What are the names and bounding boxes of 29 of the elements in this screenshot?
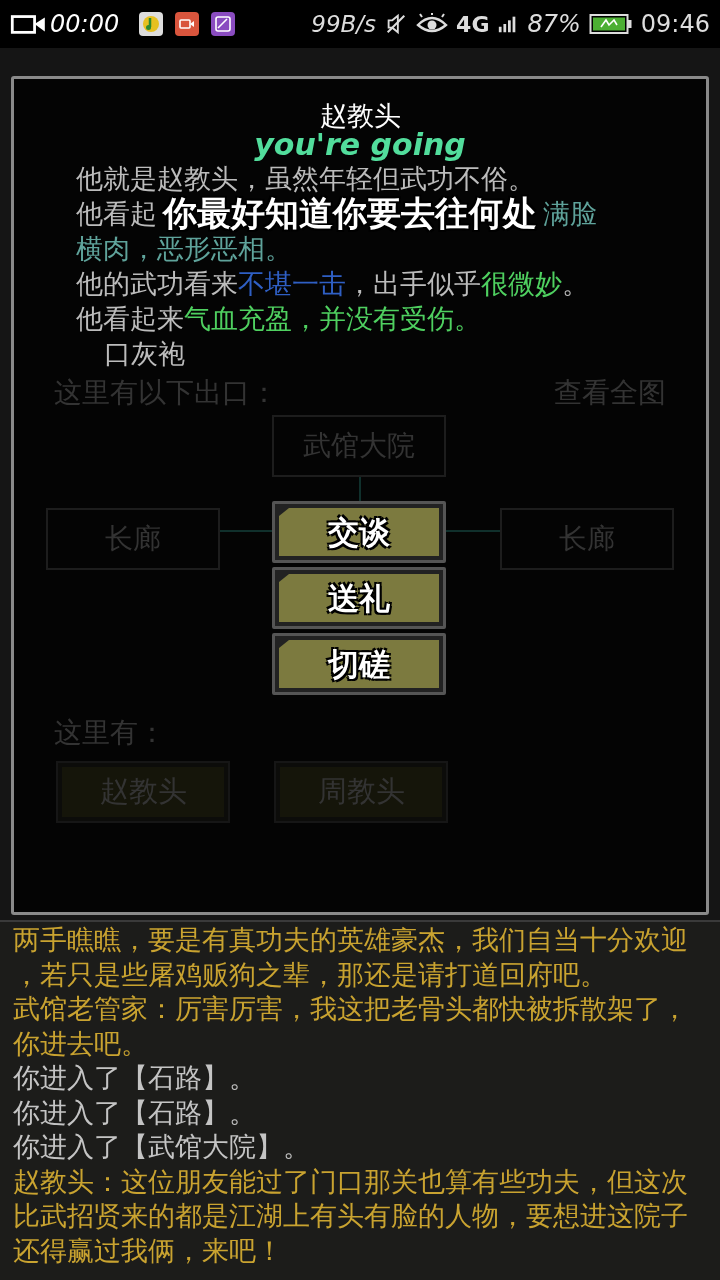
music-app-icon — [139, 12, 164, 36]
description-text: 他看起 — [76, 197, 157, 231]
description-text: 满脸 — [543, 197, 597, 231]
log-message: 赵教头：这位朋友能过了门口那关也算有些功夫，但这次比武招贤来的都是江湖上有头有脸的人物，要想进这院子还得赢过我俩，来吧！ — [13, 1164, 689, 1268]
subtitle-caption: you're going — [254, 131, 466, 159]
description-line: 横肉，恶形恶相。 — [76, 232, 292, 266]
log-message: 你进入了【武馆大院】。 — [13, 1130, 311, 1164]
description-line: 他看起来气血充盈，并没有受伤。 — [76, 302, 481, 336]
equipment-item: 口灰袍 — [103, 337, 186, 371]
description-line: 他就是赵教头，虽然年轻但武功不俗。 — [76, 162, 535, 196]
log-message: 两手瞧瞧，要是有真功夫的英雄豪杰，我们自当十分欢迎，若只是些屠鸡贩狗之辈，那还是请打道回府吧。 — [13, 923, 689, 992]
action-button[interactable]: 交谈 — [272, 501, 446, 563]
eye-icon — [416, 13, 449, 35]
description-line: 他的武功看来不堪一击，出手似乎很微妙。 — [76, 267, 589, 301]
log-message: 你进入了【石路】。 — [13, 1061, 257, 1095]
subtitle-caption: 你最好知道你要去往何处 — [163, 196, 537, 231]
log-message: 你进入了【石路】。 — [13, 1095, 257, 1130]
log-message: 武馆老管家：厉害厉害，我这把老骨头都快被拆散架了，你进去吧。 — [13, 992, 689, 1061]
recording-time: 00:00 — [50, 9, 120, 40]
battery-icon — [588, 12, 633, 36]
network-type: 4G — [456, 10, 490, 39]
dialog-title: 赵教头 — [319, 99, 401, 132]
battery-percent: 87% — [527, 9, 581, 40]
action-button[interactable]: 切磋 — [272, 633, 446, 695]
gallery-app-icon — [211, 12, 236, 36]
network-speed: 99B/s — [311, 9, 377, 39]
action-button[interactable]: 送礼 — [272, 567, 446, 629]
screen-recorder-app-icon — [175, 12, 200, 36]
clock-time: 09:46 — [640, 9, 710, 40]
